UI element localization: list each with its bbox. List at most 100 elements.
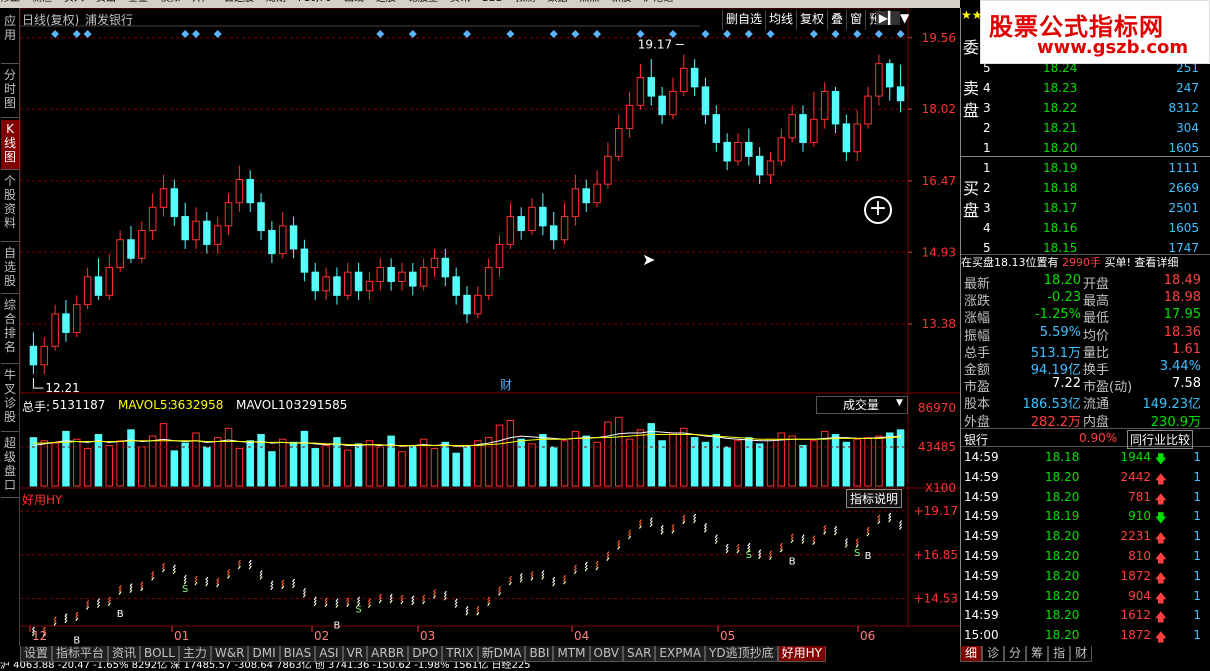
menu-item[interactable]: 论股堂 [408,0,438,4]
menu-item[interactable]: 数据 [547,0,567,4]
level-price: 18.17 [1043,201,1078,215]
panel-tab[interactable]: 诊 [982,646,1005,662]
menu-item[interactable]: 模拟 [160,0,180,4]
volume-select[interactable]: 成交量 [816,396,908,414]
menu-item[interactable]: F10/F9 [298,0,332,4]
candle-body [148,206,157,231]
trade-row: 15:00 18.20 1872 🡅 1 [961,626,1210,646]
buy-level[interactable]: 1 18.19 1111 [981,158,1210,178]
indicator-tab[interactable]: OBV [589,646,624,662]
left-tab[interactable]: K线图 [1,120,19,170]
indicator-tab[interactable]: ASI [315,646,343,662]
indicator-dash [75,617,79,622]
menu-item[interactable]: 自选股 [224,0,254,4]
trade-time: 14:59 [964,489,999,504]
buy-level[interactable]: 4 18.16 1605 [981,218,1210,238]
sell-level[interactable]: 1 18.20 1605 [981,138,1210,158]
indicator-dash [237,562,241,567]
quote-value: 186.53亿 [1022,397,1082,413]
indicator-tab[interactable]: VR [342,646,368,662]
menu-item[interactable]: 沪港通 [643,0,673,4]
indicator-dash [454,604,458,609]
ma10-label: MAVOL10: [236,398,298,412]
menu-item[interactable]: 资讯 [450,0,470,4]
menu-item[interactable]: 开户 [192,0,212,4]
left-tab[interactable]: 牛叉诊股 [1,366,19,432]
left-tab[interactable]: 应用 [1,12,19,64]
toolbar-button[interactable]: 删自选 [722,10,765,30]
indicator-tab[interactable]: EXPMA [655,646,706,662]
indicator-tab[interactable]: 资讯 [108,646,141,662]
menu-item[interactable]: 侧渲 [32,0,52,4]
indicator-tab[interactable]: SAR [623,646,656,662]
trade-time: 14:59 [964,608,999,623]
panel-tab[interactable]: 筹 [1026,646,1049,662]
sell-level[interactable]: 3 18.22 8312 [981,98,1210,118]
indicator-tab[interactable]: W&R [210,646,249,662]
menu-item[interactable]: 热点 [579,0,599,4]
candle-body [257,202,265,231]
indicator-tab[interactable]: MTM [553,646,590,662]
indicator-tab[interactable]: TRIX [442,646,478,662]
panel-tab[interactable]: 财 [1070,646,1093,662]
buy-level[interactable]: 3 18.17 2501 [981,198,1210,218]
expand-icon[interactable]: ▶▎ [876,11,900,25]
menu-item[interactable]: 选股 [376,0,396,4]
panel-tab[interactable]: 分 [1004,646,1027,662]
indicator-dash [779,545,783,550]
indicator-tab[interactable]: 设置 [20,646,53,662]
indicator-tab[interactable]: YD逃顶抄底 [705,646,778,662]
indicator-dash [552,582,556,587]
indicator-tab[interactable]: BIAS [279,646,316,662]
menu-item[interactable]: 预测 [515,0,535,4]
indicator-tab[interactable]: DMI [248,646,280,662]
indicator-dash [487,602,491,607]
menu-item[interactable]: 画线 [344,0,364,4]
left-tab[interactable]: 分时图 [1,66,19,118]
indicator-tab[interactable]: 指标平台 [52,646,109,662]
trade-time: 15:00 [964,628,999,643]
left-tab[interactable]: 超级盘口 [1,434,19,498]
menu-item[interactable]: BBD [482,0,503,4]
panel-tab[interactable]: 细 [960,646,983,662]
indicator-tab[interactable]: DPO [408,646,443,662]
indicator-tab[interactable]: BOLL [140,646,179,662]
indicator-tab[interactable]: 好用HY [777,646,826,662]
sell-level[interactable]: 4 18.23 247 [981,78,1210,98]
buy-level[interactable]: 2 18.18 2669 [981,178,1210,198]
indicator-dash [400,597,404,602]
order-notice[interactable]: 在买盘18.13位置有 2990手 买单! 查看详细 [961,254,1210,272]
toolbar-button[interactable]: 叠 [827,10,846,30]
toolbar-button[interactable]: 复权 [796,10,827,30]
left-tab[interactable]: 个股资料 [1,172,19,242]
indicator-tab[interactable]: 新DMA [477,646,526,662]
menu-item[interactable]: 周期 [266,0,286,4]
left-tab[interactable]: 综合排名 [1,296,19,364]
indicator-tab[interactable]: 主力 [178,646,211,662]
candle-body [83,276,92,306]
left-tab[interactable]: 自选股 [1,244,19,294]
menu-item[interactable]: 修正 [0,0,20,4]
sector-compare-button[interactable]: 同行业比较 [1127,430,1194,449]
panel-tab[interactable]: 指 [1048,646,1071,662]
sector-name: 银行 [964,433,989,447]
toolbar-button[interactable]: 均线 [765,10,796,30]
menu-item[interactable]: 基金 [128,0,148,4]
menu-item[interactable]: 新股 [611,0,631,4]
volume-bar [647,423,656,487]
kline-chart[interactable]: 19.56 18.02 16.47 14.93 13.38 19.17 12.21 财 8697… [20,8,960,646]
quote-label: 最高 [1083,294,1110,310]
menu-item[interactable]: 买入 [64,0,84,4]
dropdown-icon[interactable]: ▼ [900,11,914,25]
indicator-dash [855,544,859,548]
sell-level[interactable]: 2 18.21 304 [981,118,1210,138]
notice-detail-link[interactable]: 查看详细 [1134,256,1178,269]
toolbar-button[interactable]: 窗 [846,10,865,30]
indicator-help-button[interactable]: 指标说明 [846,489,903,508]
buy-signal: B [789,556,796,567]
signal-diamond [51,30,60,38]
crosshair-plus-icon[interactable]: + [864,196,892,224]
menu-item[interactable]: 卖出 [96,0,116,4]
indicator-tab[interactable]: BBI [525,646,554,662]
indicator-tab[interactable]: ARBR [367,646,409,662]
